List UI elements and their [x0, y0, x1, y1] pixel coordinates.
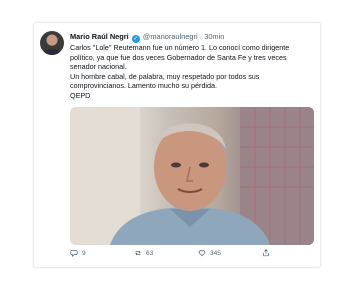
share-icon: [263, 249, 269, 257]
tweet-photo[interactable]: [70, 107, 314, 245]
author-handle[interactable]: @marioraulnegri: [143, 32, 198, 41]
retweet-icon: [135, 251, 141, 255]
like-count: 345: [210, 249, 221, 257]
tweet-text-line: Carlos "Lole" Reutemann fue un número 1.…: [70, 43, 290, 72]
photo-illustration: [70, 107, 314, 245]
retweet-count: 63: [146, 249, 154, 257]
tweet-header: Mario Raúl Negri ✓ @marioraulnegri · 30m…: [70, 32, 314, 43]
tweet-card[interactable]: Mario Raúl Negri ✓ @marioraulnegri · 30m…: [33, 22, 321, 268]
tweet-text-line: Un hombre cabal, de palabra, muy respeta…: [70, 71, 260, 91]
tweet-text: Carlos "Lole" Reutemann fue un número 1.…: [70, 43, 314, 101]
reply-button[interactable]: 9: [70, 249, 86, 257]
avatar[interactable]: [40, 31, 64, 55]
retweet-button[interactable]: 63: [134, 249, 153, 257]
share-button[interactable]: [262, 249, 270, 257]
separator-dot: ·: [199, 32, 203, 41]
reply-icon: [70, 250, 78, 257]
author-name[interactable]: Mario Raúl Negri: [70, 32, 129, 41]
verified-badge-icon: ✓: [131, 35, 140, 43]
reply-count: 9: [82, 249, 86, 257]
like-button[interactable]: 345: [198, 249, 221, 257]
tweet-actions: 9 63 345: [70, 249, 314, 261]
tweet-timestamp[interactable]: 30min: [204, 32, 224, 41]
heart-icon: [198, 250, 206, 257]
tweet-text-line: QEPD: [70, 90, 91, 100]
